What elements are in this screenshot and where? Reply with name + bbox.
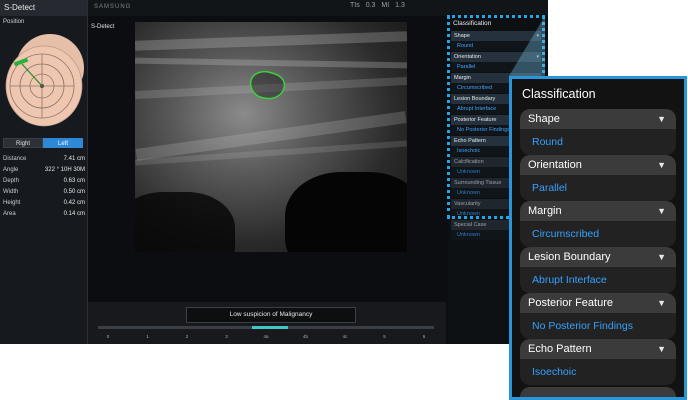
measurement-value: 0.14 cm (63, 211, 85, 217)
scale-tick: 3 (225, 334, 228, 339)
side-selector: Right Left (3, 138, 83, 148)
brand-logo: SAMSUNG (94, 4, 132, 10)
zoom-lesion-boundary-dropdown[interactable]: Lesion Boundary ▼ (520, 247, 676, 267)
measurement-label: Height (3, 200, 21, 206)
zoom-item-value: Round (520, 129, 676, 155)
measurement-row: Height 0.42 cm (3, 198, 85, 209)
zoom-item-value: Parallel (520, 175, 676, 201)
zoom-item: Orientation ▼ Parallel (520, 155, 676, 201)
zoom-next-item-peek (520, 387, 676, 397)
zoom-item-value: Isoechoic (520, 359, 676, 385)
scale-marker (252, 326, 288, 329)
measurement-label: Angle (3, 167, 19, 173)
right-side-button[interactable]: Right (3, 138, 43, 148)
measurements-list: Distance 7.41 cm Angle 322 ° 10H 30M Depth… (3, 154, 85, 220)
position-label: Position (3, 19, 25, 25)
thermal-index-readout: TIs 0.3 MI 1.3 (346, 2, 405, 9)
zoom-item-label: Lesion Boundary (528, 251, 611, 263)
left-side-button[interactable]: Left (43, 138, 83, 148)
measurement-label: Area (3, 211, 16, 217)
measurement-value: 0.42 cm (63, 200, 85, 206)
chevron-down-icon: ▼ (657, 344, 666, 354)
measurement-label: Depth (3, 178, 20, 184)
diagnosis-message: Low suspicion of Malignancy (186, 307, 356, 323)
mode-label: S-Detect (91, 24, 115, 30)
lesion-outline[interactable] (246, 68, 288, 102)
scale-tick: 4a (263, 334, 269, 339)
scale-tick: 5 (383, 334, 386, 339)
measurement-value: 7.41 cm (63, 156, 85, 162)
scale-tick: 6 (422, 334, 426, 339)
zoom-item: Echo Pattern ▼ Isoechoic (520, 339, 676, 385)
chevron-down-icon: ▼ (657, 206, 666, 216)
tis-label: TIs (350, 2, 360, 9)
zoom-echo-pattern-dropdown[interactable]: Echo Pattern ▼ (520, 339, 676, 359)
zoom-item: Lesion Boundary ▼ Abrupt Interface (520, 247, 676, 293)
measurement-row: Width 0.50 cm (3, 187, 85, 198)
zoom-item-value: Abrupt Interface (520, 267, 676, 293)
zoom-margin-dropdown[interactable]: Margin ▼ (520, 201, 676, 221)
measurement-label: Distance (3, 156, 27, 162)
measurement-value: 322 ° 10H 30M (44, 167, 85, 173)
zoom-item: Shape ▼ Round (520, 109, 676, 155)
zoom-item-label: Shape (528, 113, 560, 125)
breast-bodymark-icon[interactable] (4, 28, 84, 132)
zoom-item-label: Posterior Feature (528, 297, 613, 309)
ultrasound-image[interactable] (135, 22, 407, 252)
zoom-shape-dropdown[interactable]: Shape ▼ (520, 109, 676, 129)
measurement-row: Distance 7.41 cm (3, 154, 85, 165)
zoom-item-label: Margin (528, 205, 562, 217)
measurement-row: Angle 322 ° 10H 30M (3, 165, 85, 176)
panel-title: S-Detect (0, 0, 87, 16)
scale-tick: 1 (146, 334, 149, 339)
zoom-item: Posterior Feature ▼ No Posterior Findings (520, 293, 676, 339)
measurement-value: 0.50 cm (63, 189, 85, 195)
chevron-down-icon: ▼ (657, 160, 666, 170)
measurement-value: 0.63 cm (63, 178, 85, 184)
chevron-down-icon: ▼ (657, 298, 666, 308)
scale-ticks: 0 1 2 3 4a 4b 4c 5 6 (98, 334, 434, 339)
tis-value: 0.3 (365, 2, 376, 9)
scale-tick: 4b (302, 334, 308, 339)
measurement-row: Area 0.14 cm (3, 209, 85, 220)
zoom-item-label: Orientation (528, 159, 582, 171)
mi-value: 1.3 (395, 2, 405, 9)
classification-zoom-callout: Classification Shape ▼ Round Orientation ▼… (509, 76, 687, 400)
zoom-item: Margin ▼ Circumscribed (520, 201, 676, 247)
measurement-label: Width (3, 189, 19, 195)
zoom-orientation-dropdown[interactable]: Orientation ▼ (520, 155, 676, 175)
scale-tick: 2 (185, 334, 189, 339)
scale-tick: 4c (342, 334, 348, 339)
left-panel: S-Detect Position Right Left Distance 7.4… (0, 0, 88, 344)
chevron-down-icon: ▼ (657, 252, 666, 262)
zoom-item-value: No Posterior Findings (520, 313, 676, 339)
zoom-title: Classification (522, 87, 596, 101)
chevron-down-icon: ▼ (657, 114, 666, 124)
zoom-item-label: Echo Pattern (528, 343, 592, 355)
mi-label: MI (381, 2, 390, 9)
zoom-posterior-feature-dropdown[interactable]: Posterior Feature ▼ (520, 293, 676, 313)
scale-tick: 0 (106, 334, 110, 339)
measurement-row: Depth 0.63 cm (3, 176, 85, 187)
zoom-item-value: Circumscribed (520, 221, 676, 247)
